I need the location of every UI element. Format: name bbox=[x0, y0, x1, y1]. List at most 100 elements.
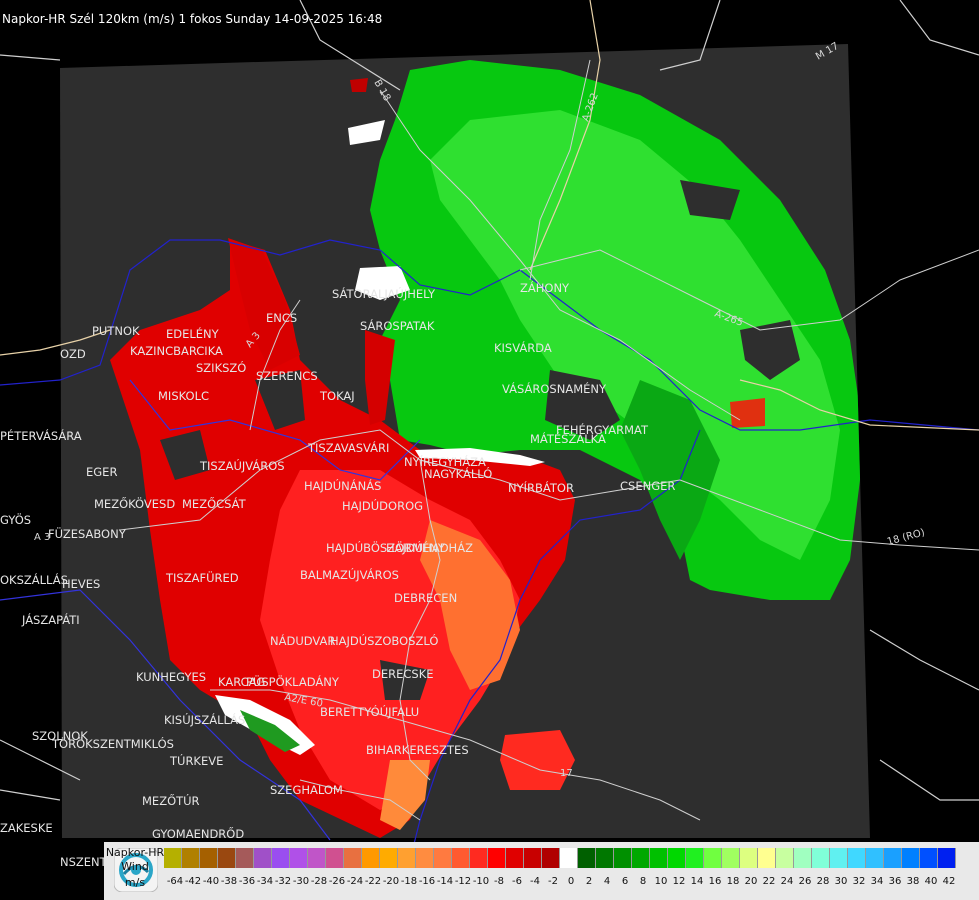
legend-swatch bbox=[164, 848, 182, 868]
legend-swatch bbox=[830, 848, 848, 868]
legend-swatch bbox=[326, 848, 344, 868]
legend-swatch bbox=[308, 848, 326, 868]
place-label: SZEGHALOM bbox=[270, 783, 343, 797]
place-label: NSZENT bbox=[60, 855, 108, 869]
place-label: FEHÉRGYARMAT bbox=[556, 422, 649, 437]
place-label: KISVÁRDA bbox=[494, 340, 552, 355]
place-label: BERETTYÓÚJFALU bbox=[320, 704, 419, 719]
legend-swatch bbox=[650, 848, 668, 868]
legend-tick-label: -26 bbox=[328, 876, 346, 887]
legend-tick-label: -32 bbox=[274, 876, 292, 887]
place-label: SZERENCS bbox=[256, 369, 318, 383]
place-label: GYÖS bbox=[0, 511, 31, 527]
legend-swatch bbox=[416, 848, 434, 868]
legend-tick-label: -30 bbox=[292, 876, 310, 887]
place-label: BALMAZÚJVÁROS bbox=[300, 567, 399, 582]
place-label: SZIKSZÓ bbox=[196, 360, 246, 375]
legend-tick-label: 32 bbox=[852, 876, 866, 887]
legend-tick-label: 2 bbox=[585, 876, 593, 887]
legend-tick-label: 4 bbox=[603, 876, 611, 887]
place-label: PÉTERVÁSÁRA bbox=[0, 428, 82, 443]
legend-tick-label: -8 bbox=[494, 876, 504, 887]
color-legend: Napkor-HR Wind m/s -64 -42 -40 -38 -36 -34 -32… bbox=[104, 842, 979, 900]
legend-swatch bbox=[434, 848, 452, 868]
place-label: OZD bbox=[60, 347, 86, 361]
place-label: SZOLNOK bbox=[32, 729, 88, 743]
place-label: GYOMAENDRŐD bbox=[152, 826, 244, 841]
place-label: NYÍREGYHÁZA bbox=[404, 454, 486, 469]
legend-tick-label: 6 bbox=[621, 876, 629, 887]
legend-swatch bbox=[398, 848, 416, 868]
place-label: HAJDÚHADHÁZ bbox=[386, 540, 473, 555]
legend-tick-label: -4 bbox=[530, 876, 540, 887]
road-label: 17 bbox=[560, 768, 573, 779]
legend-tick-label: 34 bbox=[870, 876, 884, 887]
legend-swatch bbox=[884, 848, 902, 868]
legend-tick-label: 38 bbox=[906, 876, 920, 887]
legend-tick-label: 8 bbox=[639, 876, 647, 887]
legend-tick-label: 42 bbox=[942, 876, 956, 887]
legend-tick-label: -2 bbox=[548, 876, 558, 887]
legend-swatch bbox=[272, 848, 290, 868]
road-label: 18 (RO) bbox=[886, 527, 926, 548]
place-label: DERECSKE bbox=[372, 667, 434, 681]
legend-tick-label: -20 bbox=[382, 876, 400, 887]
place-label: ZÁHONY bbox=[520, 280, 570, 295]
legend-tick-label: 18 bbox=[726, 876, 740, 887]
legend-tick-label: 20 bbox=[744, 876, 758, 887]
place-label: PUTNOK bbox=[92, 324, 140, 338]
red-cell-e bbox=[730, 398, 765, 428]
legend-swatch bbox=[470, 848, 488, 868]
place-label: BIHARKERESZTES bbox=[366, 743, 469, 757]
legend-tick-label: -40 bbox=[202, 876, 220, 887]
road-label: A 3 bbox=[34, 532, 50, 543]
legend-swatch bbox=[218, 848, 236, 868]
place-label: HAJDÚNÁNÁS bbox=[304, 478, 381, 493]
legend-swatch bbox=[200, 848, 218, 868]
place-label: OKSZÁLLÁS bbox=[0, 572, 68, 587]
legend-swatch bbox=[722, 848, 740, 868]
place-label: EDELÉNY bbox=[166, 326, 220, 341]
place-label: TISZAVASVÁRI bbox=[307, 440, 389, 455]
place-label: ZAKESKE bbox=[0, 821, 53, 835]
legend-swatch bbox=[614, 848, 632, 868]
legend-swatch bbox=[758, 848, 776, 868]
legend-swatches bbox=[164, 848, 956, 868]
place-label: HAJDÚDOROG bbox=[342, 498, 423, 513]
legend-tick-label: -28 bbox=[310, 876, 328, 887]
legend-unit: m/s bbox=[124, 876, 146, 889]
place-label: NÁDUDVAR bbox=[270, 633, 335, 648]
legend-tick-label: -16 bbox=[418, 876, 436, 887]
legend-swatch bbox=[344, 848, 362, 868]
red-echo-cell bbox=[500, 730, 575, 790]
legend-tick-label: 28 bbox=[816, 876, 830, 887]
place-label: TÚRKEVE bbox=[169, 753, 223, 768]
legend-swatch bbox=[254, 848, 272, 868]
red-cell-ne bbox=[350, 78, 368, 92]
radar-map[interactable]: PUTNOK EDELÉNY KAZINCBARCIKA SZIKSZÓ SZE… bbox=[0, 0, 979, 900]
legend-tick-label: -24 bbox=[346, 876, 364, 887]
legend-swatch bbox=[794, 848, 812, 868]
legend-swatch bbox=[362, 848, 380, 868]
legend-tick-label: 14 bbox=[690, 876, 704, 887]
legend-name: Napkor-HR bbox=[105, 846, 165, 859]
legend-swatch bbox=[560, 848, 578, 868]
place-label: HAJDÚSZOBOSZLÓ bbox=[330, 633, 438, 648]
place-label: NYÍRBÁTOR bbox=[508, 480, 574, 495]
legend-tick-label: -10 bbox=[472, 876, 490, 887]
legend-swatch bbox=[380, 848, 398, 868]
legend-swatch bbox=[938, 848, 956, 868]
place-label: KAZINCBARCIKA bbox=[130, 344, 223, 358]
legend-swatch bbox=[290, 848, 308, 868]
place-label: EGER bbox=[86, 465, 117, 479]
place-label: MEZŐCSÁT bbox=[182, 496, 247, 511]
legend-swatch bbox=[488, 848, 506, 868]
legend-tick-label: -14 bbox=[436, 876, 454, 887]
place-label: SÁROSPATAK bbox=[360, 318, 435, 333]
place-label: KISÚJSZÁLLÁS bbox=[164, 712, 245, 727]
legend-ticks: -64 -42 -40 -38 -36 -34 -32 -30 -28 -26 -24 -22 -20-… bbox=[166, 876, 958, 890]
legend-tick-label: 22 bbox=[762, 876, 776, 887]
legend-tick-label: -12 bbox=[454, 876, 472, 887]
legend-tick-label: 16 bbox=[708, 876, 722, 887]
place-label: TISZAÚJVÁROS bbox=[199, 458, 285, 473]
